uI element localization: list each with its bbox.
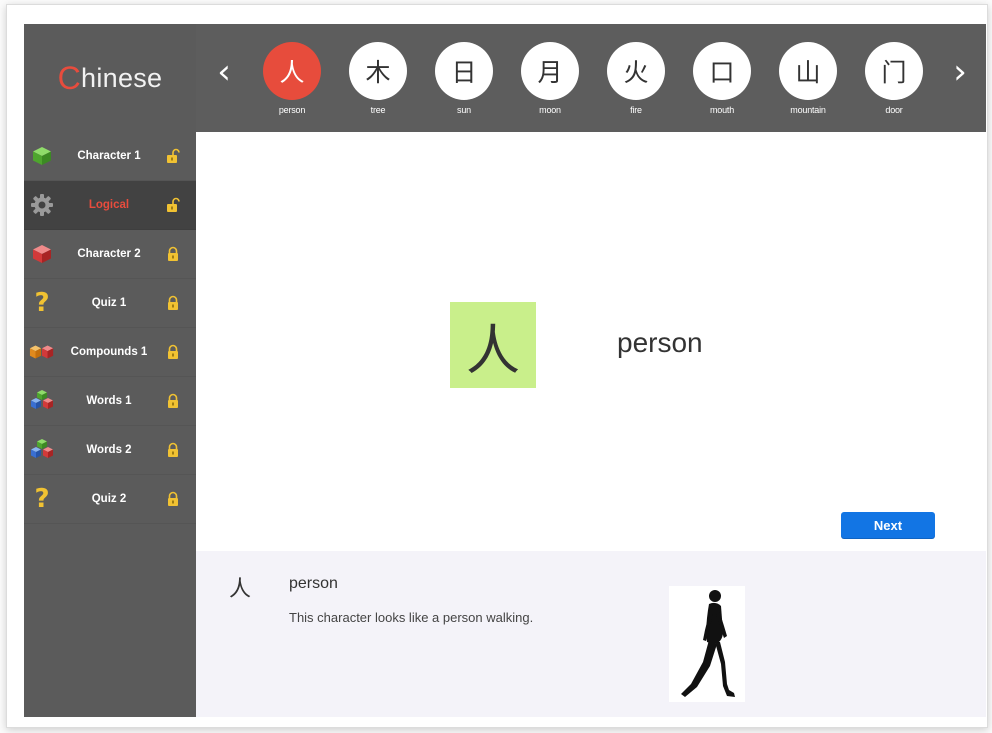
char-tab-label: tree: [370, 105, 386, 115]
char-tab-glyph: 人: [263, 42, 321, 100]
char-tab-label: sun: [457, 105, 471, 115]
char-tab-label: door: [885, 105, 903, 115]
unlocked-padlock-icon: [165, 148, 181, 164]
char-tab-label: mountain: [790, 105, 826, 115]
green-cube-icon: [29, 143, 55, 169]
char-tab-glyph: 火: [607, 42, 665, 100]
sidebar-item-character-2[interactable]: Character 2: [24, 230, 196, 279]
padlock-icon: [165, 491, 181, 507]
padlock-icon: [165, 295, 181, 311]
char-tab-glyph: 木: [349, 42, 407, 100]
sidebar-item-quiz-2[interactable]: ? Quiz 2: [24, 475, 196, 524]
featured-character: 人: [450, 302, 536, 388]
brand-logo: Chinese: [24, 24, 196, 132]
char-tab-sun[interactable]: 日 sun: [428, 42, 500, 115]
sidebar-item-label: Character 2: [77, 248, 141, 260]
sidebar-item-words-1[interactable]: Words 1: [24, 377, 196, 426]
char-tab-moon[interactable]: 月 moon: [514, 42, 586, 115]
char-tab-tree[interactable]: 木 tree: [342, 42, 414, 115]
sidebar-item-label: Compounds 1: [70, 346, 148, 358]
char-tab-glyph: 门: [865, 42, 923, 100]
char-tab-mouth[interactable]: 口 mouth: [686, 42, 758, 115]
padlock-icon: [165, 344, 181, 360]
sidebar-item-quiz-1[interactable]: ? Quiz 1: [24, 279, 196, 328]
padlock-icon: [165, 393, 181, 409]
char-tab-person[interactable]: 人 person: [256, 42, 328, 115]
sidebar-item-character-1[interactable]: Character 1: [24, 132, 196, 181]
sidebar-item-label: Words 1: [86, 395, 132, 407]
char-tab-label: moon: [539, 105, 561, 115]
walking-person-icon: [669, 586, 745, 702]
brand-logo-initial: C: [57, 59, 82, 96]
cube-stack-icon: [29, 388, 55, 414]
lesson-menu: Character 1 Logical Character 2 ? Quiz 1…: [24, 132, 196, 524]
featured-meaning: person: [617, 327, 703, 358]
char-tab-fire[interactable]: 火 fire: [600, 42, 672, 115]
info-description: This character looks like a person walki…: [289, 610, 534, 625]
char-tab-glyph: 日: [435, 42, 493, 100]
padlock-icon: [165, 246, 181, 262]
sidebar-item-label: Quiz 1: [91, 297, 127, 309]
sidebar-item-label: Logical: [88, 199, 130, 211]
cube-stack-icon: [29, 437, 55, 463]
sidebar-item-label: Words 2: [86, 444, 132, 456]
sidebar-item-label: Character 1: [77, 150, 141, 162]
sidebar-item-logical[interactable]: Logical: [24, 181, 196, 230]
char-tab-mountain[interactable]: 山 mountain: [772, 42, 844, 115]
red-cube-icon: [29, 241, 55, 267]
cubes-pair-icon: [29, 339, 55, 365]
char-tab-label: fire: [630, 105, 642, 115]
question-mark-icon: ?: [34, 484, 50, 514]
sidebar-item-label: Quiz 2: [91, 493, 127, 505]
char-tab-label: person: [278, 105, 306, 115]
padlock-icon: [165, 442, 181, 458]
character-carousel: ‹ 人 person 木 tree 日 sun 月 moon 火 fire 口 …: [196, 24, 986, 132]
char-tab-door[interactable]: 门 door: [858, 42, 930, 115]
brand-logo-text: hinese: [81, 62, 163, 93]
next-button[interactable]: Next: [841, 512, 935, 539]
gear-icon: [29, 192, 55, 218]
char-tab-glyph: 口: [693, 42, 751, 100]
chevron-left-icon[interactable]: ‹: [212, 52, 236, 92]
question-mark-icon: ?: [34, 288, 50, 318]
char-tab-glyph: 月: [521, 42, 579, 100]
app-window: Chinese Character 1 Logical Character 2 …: [24, 24, 986, 717]
chevron-right-icon[interactable]: ›: [948, 52, 972, 92]
char-tab-glyph: 山: [779, 42, 837, 100]
character-info-panel: 人 person This character looks like a per…: [196, 551, 986, 717]
sidebar: Chinese Character 1 Logical Character 2 …: [24, 24, 196, 717]
info-word: person: [289, 575, 338, 592]
char-tab-label: mouth: [709, 105, 734, 115]
lesson-panel: 人 person Next: [196, 132, 986, 551]
sidebar-item-compounds-1[interactable]: Compounds 1: [24, 328, 196, 377]
sidebar-item-words-2[interactable]: Words 2: [24, 426, 196, 475]
unlocked-padlock-icon: [165, 197, 181, 213]
info-character: 人: [229, 577, 252, 602]
